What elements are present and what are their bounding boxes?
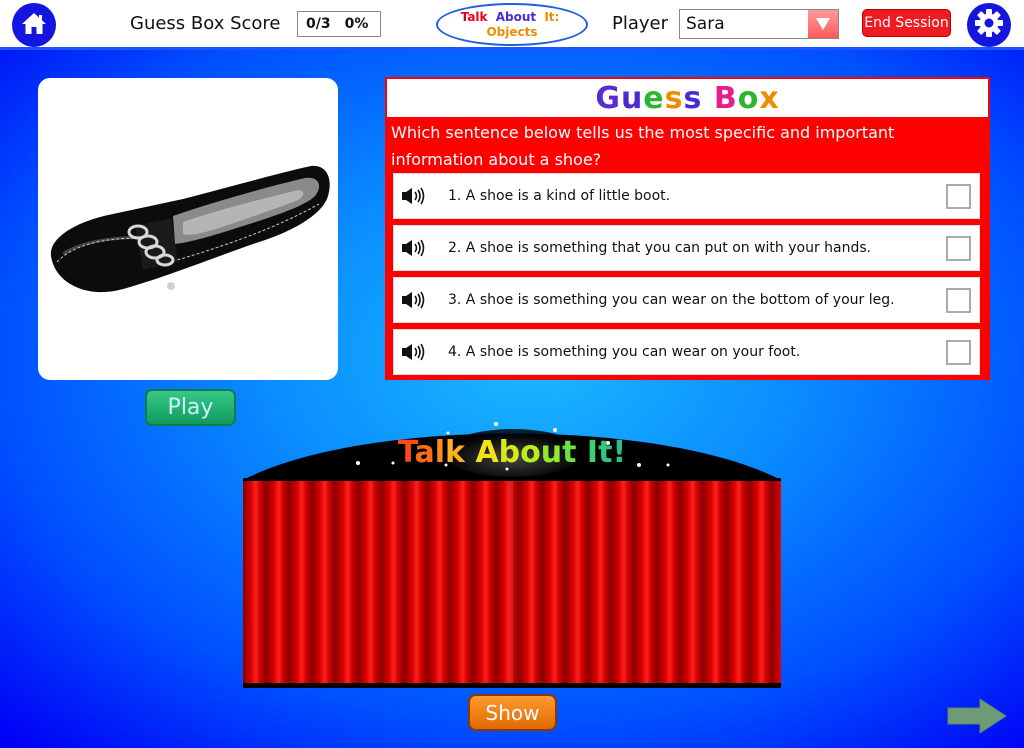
player-label: Player (612, 13, 669, 34)
banner-letter: t (562, 435, 576, 470)
title-letter: s (664, 80, 684, 116)
score-label: Guess Box Score (130, 13, 281, 34)
answer-checkbox[interactable] (946, 339, 971, 365)
answer-checkbox[interactable] (946, 183, 971, 209)
answer-text: 1. A shoe is a kind of little boot. (448, 188, 671, 204)
banner-letter: a (414, 435, 434, 470)
show-button[interactable]: Show (468, 694, 557, 731)
banner-letter: A (475, 435, 499, 470)
score-percent: 0% (344, 16, 369, 32)
speaker-icon[interactable] (402, 291, 428, 309)
guess-question: Which sentence below tells us the most s… (391, 123, 895, 169)
banner-letter (465, 435, 475, 470)
answer-text: 3. A shoe is something you can wear on t… (448, 292, 895, 308)
banner-letter: t (598, 435, 612, 470)
stage-banner-title: Talk About It! (398, 435, 626, 470)
settings-button[interactable] (967, 3, 1011, 47)
speaker-icon[interactable] (402, 239, 428, 257)
banner-letter: l (435, 435, 445, 470)
title-letter: u (620, 80, 644, 116)
banner-letter (576, 435, 586, 470)
speaker-icon[interactable] (402, 187, 428, 205)
curtain-stage: Talk About It! (243, 408, 781, 688)
banner-letter: I (587, 435, 598, 470)
title-letter (702, 81, 713, 116)
banner-letter: k (445, 435, 466, 470)
answer-option[interactable]: 3. A shoe is something you can wear on t… (393, 277, 980, 323)
answer-text: 4. A shoe is something you can wear on y… (448, 344, 801, 360)
answer-checkbox[interactable] (946, 235, 971, 261)
guess-box: Guess Box Which sentence below tells us … (385, 77, 990, 380)
player-select[interactable]: Sara (679, 9, 839, 39)
guess-box-title: Guess Box (387, 79, 988, 117)
object-image-card (38, 78, 338, 380)
score-fraction: 0/3 (306, 16, 331, 32)
banner-letter: u (541, 435, 562, 470)
answer-text: 2. A shoe is something that you can put … (448, 240, 872, 256)
home-button[interactable] (12, 3, 56, 47)
score-display: 0/3 0% (297, 11, 381, 37)
title-letter: x (759, 80, 780, 116)
answer-checkbox[interactable] (946, 287, 971, 313)
answer-option[interactable]: 2. A shoe is something that you can put … (393, 225, 980, 271)
logo-line-2: Objects (486, 24, 538, 39)
gear-icon (974, 8, 1004, 42)
logo-line-1: Talk About It: (461, 10, 564, 25)
speaker-icon[interactable] (402, 343, 428, 361)
answer-option[interactable]: 1. A shoe is a kind of little boot. (393, 173, 980, 219)
dropdown-arrow-icon[interactable] (808, 10, 838, 38)
title-letter: B (713, 80, 738, 116)
play-button[interactable]: Play (145, 389, 236, 426)
logo-word: It: (544, 9, 560, 24)
arrow-right-icon (946, 698, 1008, 738)
banner-letter: o (520, 435, 541, 470)
top-bar: Guess Box Score 0/3 0% Talk About It: Ob… (0, 0, 1024, 50)
answer-option[interactable]: 4. A shoe is something you can wear on y… (393, 329, 980, 375)
title-letter: o (737, 80, 760, 116)
curtain-left (243, 481, 512, 683)
title-letter: s (683, 80, 703, 116)
stage-floor (243, 683, 781, 688)
next-button[interactable] (946, 698, 1008, 738)
shoe-image (50, 165, 330, 293)
banner-letter: b (499, 435, 520, 470)
curtain-right (512, 481, 781, 683)
logo-word: Talk (460, 9, 488, 24)
app-logo: Talk About It: Objects (436, 3, 588, 46)
end-session-button[interactable]: End Session (862, 9, 951, 37)
logo-word: About (495, 9, 537, 24)
player-value: Sara (686, 14, 725, 34)
home-icon (21, 11, 47, 39)
curtain-top-bar (243, 478, 781, 481)
banner-letter: ! (612, 435, 626, 470)
title-letter: e (643, 80, 665, 116)
title-letter: G (595, 80, 621, 116)
